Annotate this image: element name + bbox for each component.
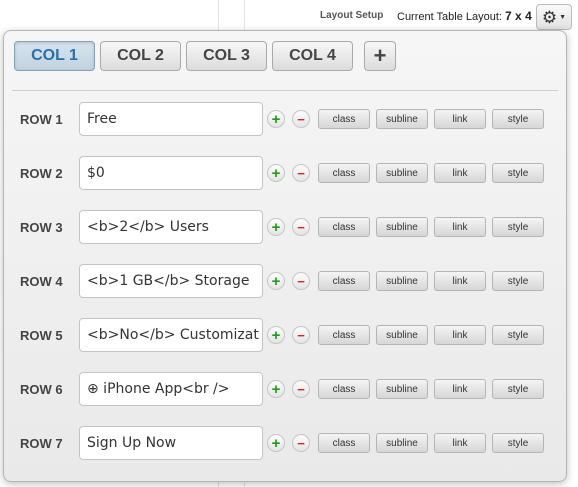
table-row: ROW 5 <b>No</b> Customizat + − class sub… xyxy=(4,318,564,352)
style-button[interactable]: style xyxy=(492,109,544,129)
layout-popup: COL 1 COL 2 COL 3 COL 4 + ROW 1 Free + −… xyxy=(3,30,567,482)
class-button[interactable]: class xyxy=(318,163,370,183)
class-button[interactable]: class xyxy=(318,325,370,345)
table-row: ROW 6 ⊕ iPhone App<br /> + − class subli… xyxy=(4,372,564,406)
remove-row-button[interactable]: − xyxy=(292,434,310,452)
remove-row-button[interactable]: − xyxy=(292,164,310,182)
row-value-input[interactable]: $0 xyxy=(79,156,263,190)
link-button[interactable]: link xyxy=(434,325,486,345)
table-row: ROW 1 Free + − class subline link style xyxy=(4,102,564,136)
style-button[interactable]: style xyxy=(492,271,544,291)
link-button[interactable]: link xyxy=(434,379,486,399)
row-label: ROW 2 xyxy=(20,166,63,181)
table-row: ROW 4 <b>1 GB</b> Storage + − class subl… xyxy=(4,264,564,298)
class-button[interactable]: class xyxy=(318,271,370,291)
link-button[interactable]: link xyxy=(434,109,486,129)
tab-col-1[interactable]: COL 1 xyxy=(14,41,95,71)
style-button[interactable]: style xyxy=(492,163,544,183)
subline-button[interactable]: subline xyxy=(376,379,428,399)
row-label: ROW 6 xyxy=(20,382,63,397)
remove-row-button[interactable]: − xyxy=(292,110,310,128)
class-button[interactable]: class xyxy=(318,217,370,237)
subline-button[interactable]: subline xyxy=(376,217,428,237)
caret-down-icon: ▼ xyxy=(559,13,567,21)
class-button[interactable]: class xyxy=(318,109,370,129)
row-label: ROW 1 xyxy=(20,112,63,127)
style-button[interactable]: style xyxy=(492,379,544,399)
divider xyxy=(12,90,558,91)
gear-icon: ⚙ xyxy=(541,7,558,27)
link-button[interactable]: link xyxy=(434,433,486,453)
style-button[interactable]: style xyxy=(492,217,544,237)
add-row-button[interactable]: + xyxy=(267,218,285,236)
subline-button[interactable]: subline xyxy=(376,163,428,183)
remove-row-button[interactable]: − xyxy=(292,380,310,398)
tab-col-4[interactable]: COL 4 xyxy=(272,41,353,71)
subline-button[interactable]: subline xyxy=(376,325,428,345)
add-column-button[interactable]: + xyxy=(364,41,396,71)
add-row-button[interactable]: + xyxy=(267,164,285,182)
remove-row-button[interactable]: − xyxy=(292,218,310,236)
link-button[interactable]: link xyxy=(434,271,486,291)
add-row-button[interactable]: + xyxy=(267,326,285,344)
remove-row-button[interactable]: − xyxy=(292,272,310,290)
row-label: ROW 7 xyxy=(20,436,63,451)
add-row-button[interactable]: + xyxy=(267,380,285,398)
row-value-input[interactable]: ⊕ iPhone App<br /> xyxy=(79,372,263,406)
row-label: ROW 4 xyxy=(20,274,63,289)
current-layout-text: Current Table Layout: 7 x 4 xyxy=(397,9,532,23)
remove-row-button[interactable]: − xyxy=(292,326,310,344)
style-button[interactable]: style xyxy=(492,325,544,345)
tab-col-2[interactable]: COL 2 xyxy=(100,41,181,71)
row-value-input[interactable]: Free xyxy=(79,102,263,136)
subline-button[interactable]: subline xyxy=(376,271,428,291)
table-row: ROW 3 <b>2</b> Users + − class subline l… xyxy=(4,210,564,244)
style-button[interactable]: style xyxy=(492,433,544,453)
add-row-button[interactable]: + xyxy=(267,272,285,290)
row-value-input[interactable]: <b>1 GB</b> Storage xyxy=(79,264,263,298)
settings-button[interactable]: ⚙ ▼ xyxy=(536,4,572,30)
row-label: ROW 3 xyxy=(20,220,63,235)
link-button[interactable]: link xyxy=(434,163,486,183)
table-row: ROW 2 $0 + − class subline link style xyxy=(4,156,564,190)
subline-button[interactable]: subline xyxy=(376,109,428,129)
column-tabs: COL 1 COL 2 COL 3 COL 4 + xyxy=(14,41,396,71)
tab-col-3[interactable]: COL 3 xyxy=(186,41,267,71)
add-row-button[interactable]: + xyxy=(267,110,285,128)
row-label: ROW 5 xyxy=(20,328,63,343)
add-row-button[interactable]: + xyxy=(267,434,285,452)
row-value-input[interactable]: Sign Up Now xyxy=(79,426,263,460)
row-value-input[interactable]: <b>2</b> Users xyxy=(79,210,263,244)
class-button[interactable]: class xyxy=(318,379,370,399)
subline-button[interactable]: subline xyxy=(376,433,428,453)
layout-setup-label: Layout Setup xyxy=(320,10,384,21)
current-layout-label: Current Table Layout: xyxy=(397,11,502,23)
class-button[interactable]: class xyxy=(318,433,370,453)
current-layout-value: 7 x 4 xyxy=(505,9,532,23)
table-row: ROW 7 Sign Up Now + − class subline link… xyxy=(4,426,564,460)
row-value-input[interactable]: <b>No</b> Customizat xyxy=(79,318,263,352)
link-button[interactable]: link xyxy=(434,217,486,237)
